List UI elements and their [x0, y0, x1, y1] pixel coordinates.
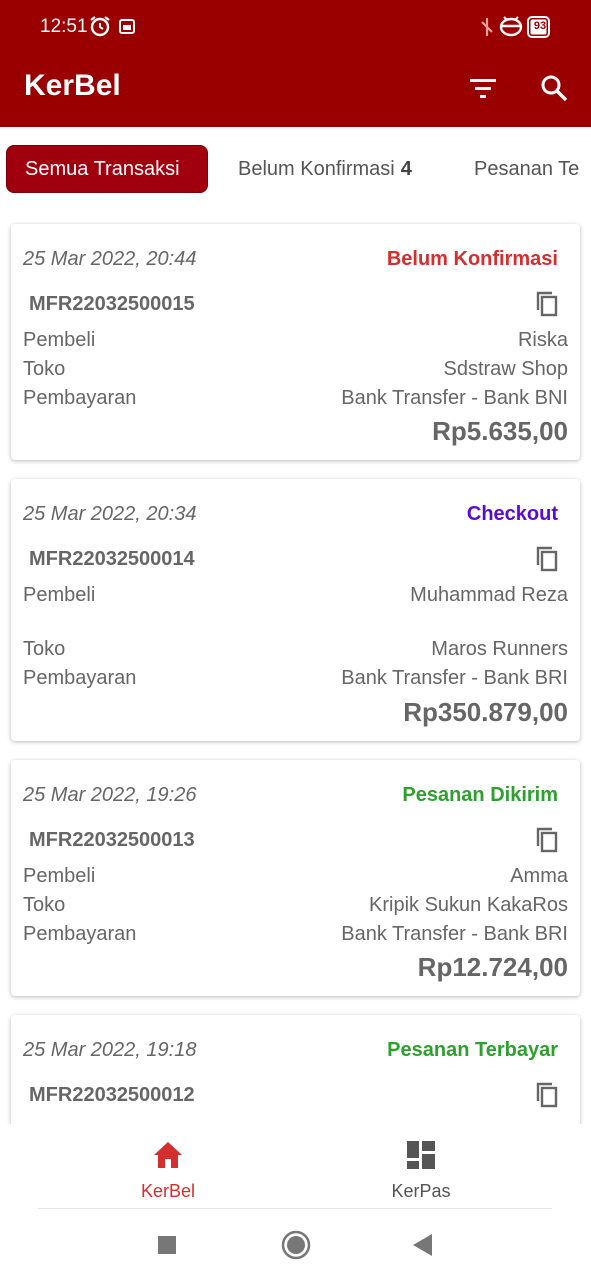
transaction-date: 25 Mar 2022, 20:34	[23, 503, 197, 525]
buyer-row: Pembeli Amma	[23, 865, 568, 888]
tab-label: Belum Konfirmasi	[238, 157, 395, 180]
nav-item-kerpas[interactable]: KerPas	[361, 1140, 481, 1202]
transaction-card[interactable]: 25 Mar 2022, 19:26 Pesanan Dikirim MFR22…	[11, 760, 580, 996]
transaction-date: 25 Mar 2022, 19:18	[23, 1039, 197, 1061]
copy-icon[interactable]	[534, 1081, 560, 1114]
transaction-date: 25 Mar 2022, 20:44	[23, 248, 197, 270]
search-icon[interactable]	[534, 68, 574, 108]
buyer-row: Pembeli Muhammad Reza	[23, 584, 568, 607]
filter-icon[interactable]	[463, 68, 503, 108]
app-title: KerBel	[24, 69, 121, 102]
payment-value: Bank Transfer - Bank BRI	[341, 667, 568, 689]
transaction-code: MFR22032500015	[29, 293, 195, 315]
tab-pesanan[interactable]: Pesanan Te	[474, 145, 579, 193]
alarm-icon	[88, 14, 112, 43]
app-bar: KerBel	[0, 52, 591, 127]
payment-row: Pembayaran Bank Transfer - Bank BNI	[23, 387, 568, 410]
transaction-card[interactable]: 25 Mar 2022, 20:44 Belum Konfirmasi MFR2…	[11, 224, 580, 460]
nav-label: KerPas	[391, 1181, 451, 1201]
store-row: Toko Kripik Sukun KakaRos	[23, 894, 568, 917]
nav-item-kerbel[interactable]: KerBel	[108, 1140, 228, 1202]
buyer-row: Pembeli Riska	[23, 329, 568, 352]
tab-label: Semua Transaksi	[25, 157, 180, 180]
transaction-code: MFR22032500014	[29, 548, 195, 570]
store-value: Kripik Sukun KakaRos	[369, 894, 568, 916]
status-badge: Pesanan Terbayar	[387, 1039, 558, 1061]
divider	[38, 1208, 552, 1209]
transaction-code: MFR22032500013	[29, 829, 195, 851]
tab-count-badge: 4	[400, 157, 412, 180]
payment-value: Bank Transfer - Bank BRI	[341, 923, 568, 945]
back-button[interactable]	[410, 1232, 434, 1263]
payment-label: Pembayaran	[23, 923, 137, 945]
buyer-value: Muhammad Reza	[410, 584, 568, 606]
buyer-label: Pembeli	[23, 865, 96, 887]
store-value: Sdstraw Shop	[443, 358, 568, 380]
recents-button[interactable]	[156, 1234, 178, 1261]
tab-belum-konfirmasi[interactable]: Belum Konfirmasi 4	[238, 145, 412, 193]
status-time: 12:51	[40, 16, 88, 37]
transaction-card[interactable]: 25 Mar 2022, 20:34 Checkout MFR220325000…	[11, 479, 580, 741]
home-button[interactable]	[281, 1230, 311, 1265]
tab-semua-transaksi[interactable]: Semua Transaksi	[6, 145, 208, 193]
status-badge: Checkout	[466, 503, 558, 525]
store-value: Maros Runners	[431, 638, 568, 660]
nav-label: KerBel	[140, 1181, 196, 1201]
bottom-navigation: KerBel KerPas	[0, 1124, 591, 1210]
buyer-label: Pembeli	[23, 584, 96, 606]
calendar-icon	[118, 17, 136, 40]
tab-label: Pesanan Te	[474, 157, 580, 180]
transaction-amount: Rp350.879,00	[403, 697, 568, 727]
link-icon	[478, 16, 496, 43]
copy-icon[interactable]	[534, 545, 560, 578]
store-label: Toko	[23, 638, 66, 660]
dashboard-icon	[406, 1140, 436, 1175]
payment-value: Bank Transfer - Bank BNI	[341, 387, 568, 409]
home-icon	[152, 1140, 184, 1175]
payment-row: Pembayaran Bank Transfer - Bank BRI	[23, 667, 568, 690]
transaction-amount: Rp12.724,00	[417, 952, 568, 982]
transaction-date: 25 Mar 2022, 19:26	[23, 784, 197, 806]
buyer-value: Riska	[517, 329, 568, 351]
payment-label: Pembayaran	[23, 387, 137, 409]
transaction-card[interactable]: 25 Mar 2022, 19:18 Pesanan Terbayar MFR2…	[11, 1015, 580, 1124]
battery-level: 93	[533, 20, 547, 32]
status-badge: Pesanan Dikirim	[402, 784, 558, 806]
transaction-code: MFR22032500012	[29, 1084, 195, 1106]
system-navigation	[0, 1210, 591, 1280]
buyer-label: Pembeli	[23, 329, 96, 351]
buyer-value: Amma	[510, 865, 568, 887]
filter-tabs: Semua Transaksi Belum Konfirmasi 4 Pesan…	[0, 127, 591, 209]
store-label: Toko	[23, 358, 66, 380]
payment-row: Pembayaran Bank Transfer - Bank BRI	[23, 923, 568, 946]
vpn-icon	[498, 14, 524, 43]
transaction-list: 25 Mar 2022, 20:44 Belum Konfirmasi MFR2…	[0, 209, 591, 1124]
copy-icon[interactable]	[534, 290, 560, 323]
store-row: Toko Maros Runners	[23, 638, 568, 661]
store-row: Toko Sdstraw Shop	[23, 358, 568, 381]
store-label: Toko	[23, 894, 66, 916]
payment-label: Pembayaran	[23, 667, 137, 689]
status-bar: 12:51 93	[0, 0, 591, 52]
transaction-amount: Rp5.635,00	[432, 416, 568, 446]
status-badge: Belum Konfirmasi	[386, 248, 558, 270]
copy-icon[interactable]	[534, 826, 560, 859]
